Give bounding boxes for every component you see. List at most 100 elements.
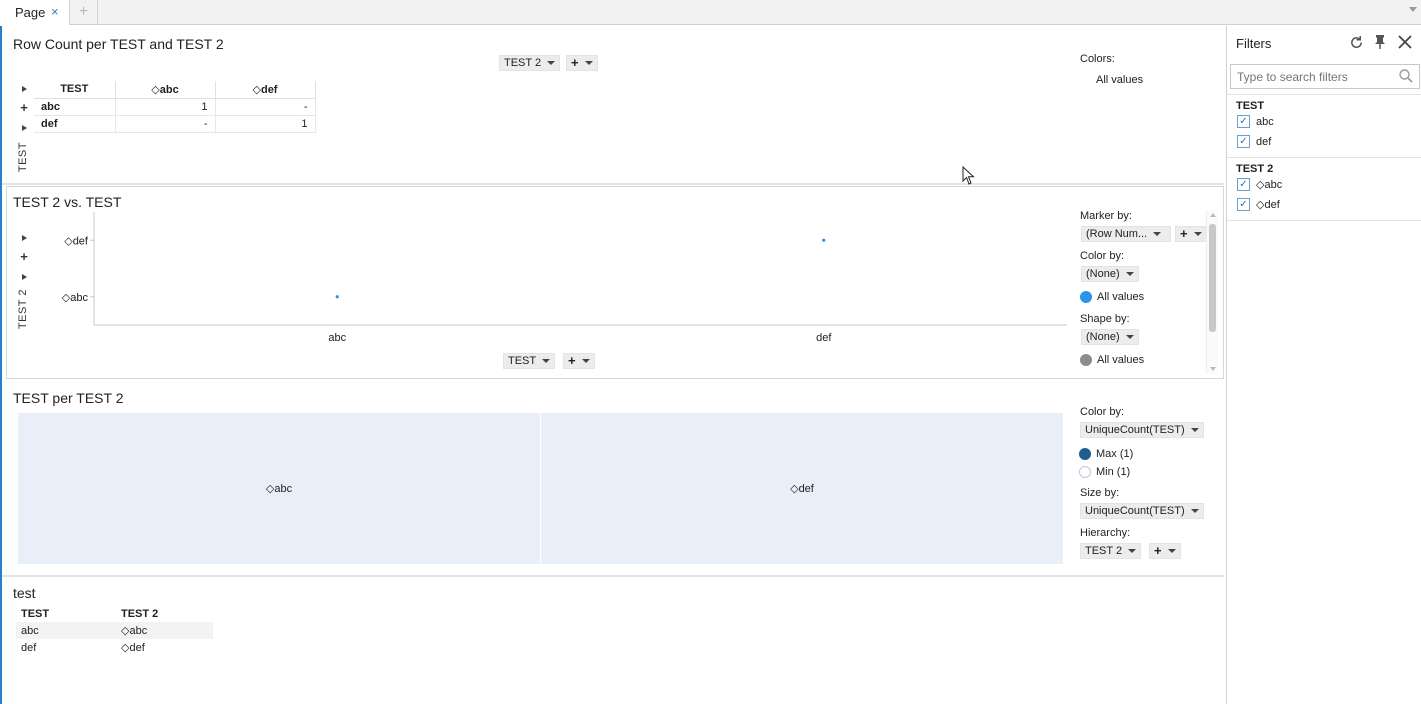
divider — [1227, 94, 1421, 95]
x-axis-selector[interactable]: TEST — [503, 353, 556, 369]
filter-item-label: abc — [1256, 115, 1274, 128]
header-cell[interactable]: TEST — [16, 605, 116, 622]
max-swatch-icon — [1079, 448, 1091, 460]
scroll-down-icon[interactable] — [1210, 367, 1216, 371]
chevron-down-icon — [1193, 232, 1202, 236]
scatter-point[interactable] — [822, 238, 826, 242]
color-by-dropdown[interactable]: (None) — [1081, 266, 1139, 282]
filter-search-input[interactable] — [1230, 64, 1420, 89]
checkbox-checked-icon[interactable]: ✓ — [1237, 115, 1250, 128]
marker-by-dropdown[interactable]: (Row Num... — [1081, 226, 1171, 242]
treemap-color-by-value: UniqueCount(TEST) — [1085, 424, 1185, 436]
scatter-point[interactable] — [335, 295, 339, 299]
marker-by-add-button[interactable]: + — [1175, 226, 1207, 242]
filter-item[interactable]: ✓ ◇abc — [1237, 178, 1282, 191]
max-legend-item[interactable]: Max (1) — [1079, 448, 1133, 460]
checkbox-checked-icon[interactable]: ✓ — [1237, 135, 1250, 148]
colors-legend-item[interactable]: All values — [1096, 74, 1143, 86]
hierarchy-dropdown[interactable]: TEST 2 — [1080, 543, 1142, 559]
color-by-value: (None) — [1086, 268, 1120, 280]
scatter-visualization[interactable]: TEST 2 vs. TEST + TEST 2 ◇abc ◇def abc def … — [6, 186, 1224, 379]
shape-by-dropdown[interactable]: (None) — [1081, 329, 1139, 345]
filter-item[interactable]: ✓ abc — [1237, 115, 1274, 128]
filter-group-test-2[interactable]: TEST 2 — [1236, 163, 1273, 175]
size-by-dropdown[interactable]: UniqueCount(TEST) — [1080, 503, 1204, 519]
treemap-visualization[interactable]: TEST per TEST 2 ◇abc ◇def Color by: Uniq… — [6, 382, 1224, 574]
scroll-up-icon[interactable] — [1210, 213, 1216, 217]
column-axis-selector[interactable]: TEST 2 — [499, 55, 561, 71]
row-axis-label[interactable]: TEST — [17, 142, 29, 172]
header-cell[interactable]: ◇def — [215, 81, 316, 99]
close-icon[interactable]: × — [51, 4, 59, 19]
chevron-down-icon — [1190, 428, 1199, 432]
reset-icon[interactable] — [1349, 35, 1364, 50]
scatter-plot-area[interactable]: ◇abc ◇def abc def — [7, 187, 1077, 377]
chevron-down-icon — [584, 61, 593, 65]
color-legend-item[interactable]: All values — [1080, 291, 1144, 303]
chevron-down-icon — [542, 359, 551, 363]
expand-right-icon[interactable] — [22, 86, 27, 92]
row-header: def — [34, 115, 116, 133]
shape-by-value: (None) — [1086, 331, 1120, 343]
marker-by-label: Marker by: — [1080, 210, 1132, 222]
colors-legend-title: Colors: — [1080, 53, 1115, 65]
row-axis-add-button[interactable]: + — [16, 101, 32, 115]
crosstable-visualization[interactable]: Row Count per TEST and TEST 2 TEST 2 + +… — [6, 26, 1224, 184]
checkbox-checked-icon[interactable]: ✓ — [1237, 198, 1250, 211]
cell: 1 — [115, 98, 216, 116]
table-row[interactable]: abc 1 - — [34, 98, 316, 116]
treemap-tile[interactable]: ◇def — [541, 413, 1063, 564]
chevron-down-icon — [547, 61, 556, 65]
visualization-canvas: Row Count per TEST and TEST 2 TEST 2 + +… — [0, 26, 1225, 704]
filter-group-test[interactable]: TEST — [1236, 100, 1264, 112]
filters-panel: Filters TEST ✓ abc ✓ def TEST 2 ✓ ◇abc ✓ ◇de… — [1226, 26, 1421, 704]
color-swatch-icon — [1080, 291, 1092, 303]
filter-item-label: def — [1256, 135, 1272, 148]
scroll-thumb[interactable] — [1209, 224, 1216, 332]
expand-right-icon[interactable] — [22, 125, 27, 131]
cell: - — [215, 98, 316, 116]
x-tick-label: def — [816, 332, 832, 344]
treemap-color-by-dropdown[interactable]: UniqueCount(TEST) — [1080, 422, 1204, 438]
table-row[interactable]: abc ◇abc — [16, 622, 213, 639]
tab-bar: Page × + — [0, 0, 1421, 25]
shape-legend-item[interactable]: All values — [1080, 354, 1144, 366]
table-row[interactable]: def ◇def — [16, 639, 213, 656]
divider — [2, 575, 1224, 577]
min-swatch-icon — [1079, 466, 1091, 478]
hierarchy-add-button[interactable]: + — [1149, 543, 1181, 559]
filter-item-label: ◇def — [1256, 199, 1280, 211]
plus-icon: + — [1154, 543, 1162, 558]
filter-item[interactable]: ✓ def — [1237, 135, 1271, 148]
tab-menu-chevron-icon[interactable] — [1409, 7, 1417, 12]
table-row[interactable]: def - 1 — [34, 115, 316, 133]
min-legend-label: Min (1) — [1096, 466, 1131, 478]
header-cell[interactable]: TEST — [34, 81, 116, 99]
treemap-tile-label: ◇def — [790, 483, 814, 495]
header-cell[interactable]: ◇abc — [115, 81, 216, 99]
pin-icon[interactable] — [1373, 34, 1387, 50]
header-cell[interactable]: TEST 2 — [116, 605, 213, 622]
color-by-label: Color by: — [1080, 250, 1125, 262]
shape-swatch-icon — [1080, 354, 1092, 366]
cell: ◇def — [121, 642, 145, 654]
max-legend-label: Max (1) — [1096, 448, 1134, 460]
x-axis-add-button[interactable]: + — [563, 353, 595, 369]
legend-scrollbar[interactable] — [1206, 210, 1218, 374]
tab-page[interactable]: Page × — [0, 0, 70, 25]
column-axis-add-button[interactable]: + — [566, 55, 598, 71]
search-icon[interactable] — [1399, 69, 1413, 83]
close-icon[interactable] — [1398, 35, 1412, 49]
row-header: abc — [34, 98, 116, 116]
filter-item[interactable]: ✓ ◇def — [1237, 198, 1280, 211]
cross-table: TEST ◇abc ◇def abc 1 - def - 1 — [34, 81, 316, 133]
chevron-down-icon — [1190, 509, 1199, 513]
add-tab-button[interactable]: + — [70, 0, 98, 25]
crosstable-title: Row Count per TEST and TEST 2 — [13, 36, 224, 52]
checkbox-checked-icon[interactable]: ✓ — [1237, 178, 1250, 191]
filter-item-label: ◇abc — [1256, 179, 1283, 191]
treemap-tile[interactable]: ◇abc — [18, 413, 541, 564]
chevron-down-icon — [1125, 335, 1134, 339]
table-visualization[interactable]: test TEST TEST 2 abc ◇abc def ◇def — [6, 579, 1224, 699]
min-legend-item[interactable]: Min (1) — [1079, 466, 1130, 478]
